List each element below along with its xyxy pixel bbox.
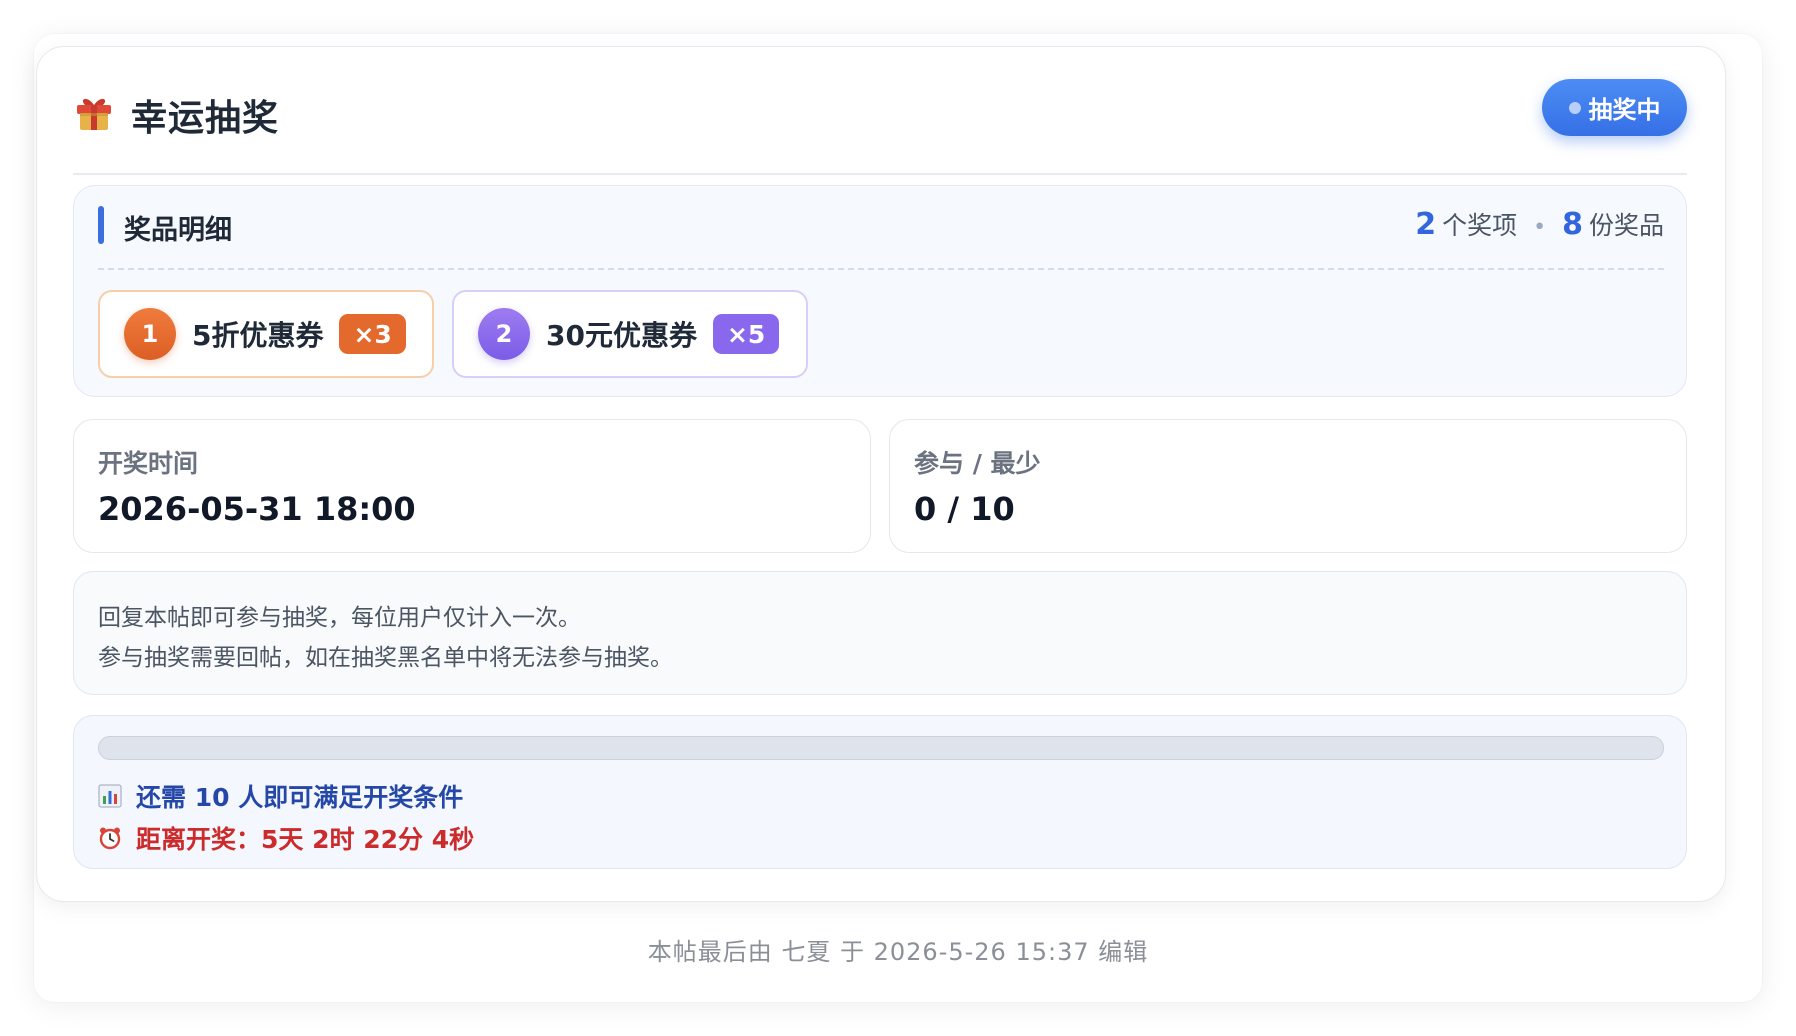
prize-chip: 2 30元优惠券 ×5 xyxy=(452,290,808,378)
rule-line: 参与抽奖需要回帖，如在抽奖黑名单中将无法参与抽奖。 xyxy=(98,645,673,671)
lottery-title: 幸运抽奖 xyxy=(131,98,280,139)
prize-item-count: 2 xyxy=(1415,207,1437,242)
section-accent-bar xyxy=(98,206,104,244)
post-content: 幸运抽奖 抽奖中 奖品明细 2 个奖项 • 8 份奖品 1 5折优惠券 ×3 2… xyxy=(34,34,1762,1002)
prize-panel-header: 奖品明细 2 个奖项 • 8 份奖品 xyxy=(98,206,1664,270)
prize-name: 30元优惠券 xyxy=(546,319,697,352)
status-dot-icon xyxy=(1568,101,1581,114)
participation-value: 0 / 10 xyxy=(914,490,1015,528)
prize-panel: 奖品明细 2 个奖项 • 8 份奖品 1 5折优惠券 ×3 2 30元优惠券 ×… xyxy=(73,185,1687,397)
countdown-text: 距离开奖：5天 2时 22分 4秒 xyxy=(136,825,475,854)
prize-rank-badge: 1 xyxy=(124,308,176,360)
prize-total-count: 8 xyxy=(1562,207,1583,242)
draw-time-value: 2026-05-31 18:00 xyxy=(98,490,416,528)
prize-section-title: 奖品明细 xyxy=(124,215,232,246)
bar-chart-icon xyxy=(98,784,122,808)
summary-separator: • xyxy=(1533,215,1547,240)
participation-box: 参与 / 最少 0 / 10 xyxy=(889,419,1687,553)
progress-panel: 还需 10 人即可满足开奖条件 距离开奖：5天 2时 22分 4秒 xyxy=(73,715,1687,869)
prize-quantity-badge: ×5 xyxy=(712,314,780,354)
edit-note: 本帖最后由 七夏 于 2026-5-26 15:37 编辑 xyxy=(647,938,1149,966)
participants-needed-text: 还需 10 人即可满足开奖条件 xyxy=(136,783,464,812)
participants-needed: 还需 10 人即可满足开奖条件 xyxy=(98,778,463,814)
prize-chip: 1 5折优惠券 ×3 xyxy=(98,290,434,378)
countdown: 距离开奖：5天 2时 22分 4秒 xyxy=(98,820,474,856)
lottery-header: 幸运抽奖 抽奖中 xyxy=(73,79,1687,175)
prize-total-unit: 份奖品 xyxy=(1588,211,1664,240)
rules-box: 回复本帖即可参与抽奖，每位用户仅计入一次。 参与抽奖需要回帖，如在抽奖黑名单中将… xyxy=(73,571,1687,695)
gift-icon xyxy=(77,98,111,130)
prize-name: 5折优惠券 xyxy=(192,319,324,352)
lottery-card: 幸运抽奖 抽奖中 奖品明细 2 个奖项 • 8 份奖品 1 5折优惠券 ×3 2… xyxy=(36,46,1726,902)
participation-label: 参与 / 最少 xyxy=(914,449,1041,478)
draw-time-label: 开奖时间 xyxy=(98,449,199,478)
rule-line: 回复本帖即可参与抽奖，每位用户仅计入一次。 xyxy=(98,605,581,631)
prize-item-unit: 个奖项 xyxy=(1442,211,1518,240)
alarm-clock-icon xyxy=(99,827,121,850)
prize-summary: 2 个奖项 • 8 份奖品 xyxy=(1415,206,1664,242)
status-badge-label: 抽奖中 xyxy=(1588,96,1661,124)
progress-bar xyxy=(98,736,1664,760)
prize-quantity-badge: ×3 xyxy=(339,314,406,354)
status-badge: 抽奖中 xyxy=(1542,79,1687,136)
prize-rank-badge: 2 xyxy=(478,308,530,360)
draw-time-box: 开奖时间 2026-05-31 18:00 xyxy=(73,419,871,553)
